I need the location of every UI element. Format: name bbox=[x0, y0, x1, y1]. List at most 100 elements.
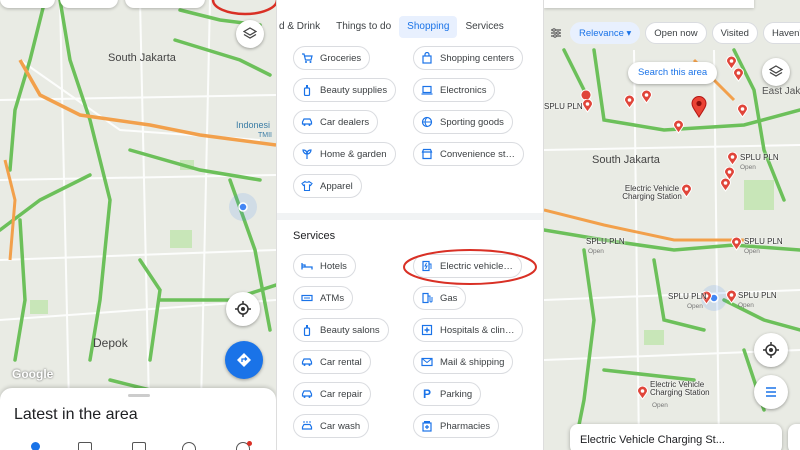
chip-convenience-stores[interactable]: Convenience st… bbox=[413, 142, 524, 166]
parking-icon: P bbox=[422, 387, 431, 401]
chip-label: Hotels bbox=[320, 260, 347, 272]
chip-label: Car rental bbox=[320, 356, 362, 368]
chip-mail-shipping[interactable]: Mail & shipping bbox=[413, 350, 514, 374]
map-label-south-jakarta: South Jakarta bbox=[108, 52, 176, 64]
left-map-panel[interactable]: South Jakarta Indonesi TMII Depok Google… bbox=[0, 0, 276, 450]
bottom-sheet[interactable]: Latest in the area bbox=[0, 388, 276, 450]
pin-status: Open bbox=[738, 302, 754, 309]
crosshair-icon bbox=[235, 301, 251, 317]
directions-button[interactable] bbox=[225, 341, 263, 379]
highlight-ellipse bbox=[403, 249, 537, 285]
chip-label: Mail & shipping bbox=[440, 356, 505, 368]
chip-car-repair[interactable]: Car repair bbox=[293, 382, 372, 406]
explore-nav-icon[interactable] bbox=[28, 442, 42, 450]
chip-parking[interactable]: P Parking bbox=[413, 382, 482, 406]
chip-fragment[interactable] bbox=[125, 0, 205, 8]
ev-pin-icon[interactable] bbox=[732, 67, 745, 87]
chip-label: Apparel bbox=[320, 180, 353, 192]
chip-sporting-goods[interactable]: Sporting goods bbox=[413, 110, 513, 134]
chip-groceries[interactable]: Groceries bbox=[293, 46, 371, 70]
layers-button[interactable] bbox=[236, 20, 264, 48]
selected-pin-icon[interactable] bbox=[691, 96, 707, 123]
car-icon bbox=[300, 115, 314, 129]
chip-hospitals[interactable]: Hospitals & clin… bbox=[413, 318, 524, 342]
plant-icon bbox=[300, 147, 314, 161]
my-location-button[interactable] bbox=[226, 292, 260, 326]
ev-pin-icon[interactable] bbox=[719, 177, 732, 197]
pin-status: Open bbox=[744, 248, 760, 255]
chip-label: Groceries bbox=[320, 52, 362, 64]
result-card-next[interactable] bbox=[788, 424, 800, 450]
chip-label: Gas bbox=[440, 292, 458, 304]
chip-apparel[interactable]: Apparel bbox=[293, 174, 362, 198]
pin-status: Open bbox=[652, 402, 668, 409]
chip-label: Car repair bbox=[320, 388, 363, 400]
you-nav-icon[interactable] bbox=[78, 442, 92, 450]
result-card[interactable]: Electric Vehicle Charging St... bbox=[570, 424, 782, 450]
chip-hotels[interactable]: Hotels bbox=[293, 254, 356, 278]
chip-beauty-supplies[interactable]: Beauty supplies bbox=[293, 78, 397, 102]
chip-shopping-centers[interactable]: Shopping centers bbox=[413, 46, 523, 70]
ev-pin-icon[interactable] bbox=[736, 103, 749, 123]
list-view-button[interactable] bbox=[754, 375, 788, 409]
category-tabs: d & Drink Things to do Shopping Services bbox=[277, 14, 543, 40]
chip-home-garden[interactable]: Home & garden bbox=[293, 142, 396, 166]
crosshair-icon bbox=[763, 342, 779, 358]
bed-icon bbox=[300, 259, 314, 273]
chip-car-wash[interactable]: Car wash bbox=[293, 414, 370, 438]
chip-fragment[interactable] bbox=[60, 0, 118, 8]
result-card-title: Electric Vehicle Charging St... bbox=[580, 434, 725, 446]
services-section-title: Services bbox=[293, 230, 336, 242]
chip-beauty-salons[interactable]: Beauty salons bbox=[293, 318, 389, 342]
sheet-handle[interactable] bbox=[128, 394, 150, 397]
chip-car-dealers[interactable]: Car dealers bbox=[293, 110, 379, 134]
saved-nav-icon[interactable] bbox=[132, 442, 146, 450]
tab-things-to-do[interactable]: Things to do bbox=[328, 16, 399, 38]
pin-label: SPLU PLN bbox=[668, 292, 707, 301]
pin-status: Open bbox=[740, 164, 756, 171]
ball-icon bbox=[420, 115, 434, 129]
my-location-button[interactable] bbox=[754, 333, 788, 367]
map-label-tmii: TMII bbox=[258, 132, 272, 139]
chip-atms[interactable]: ATMs bbox=[293, 286, 354, 310]
map-roads bbox=[0, 0, 276, 450]
chip-label: Parking bbox=[440, 388, 473, 400]
pin-label: SPLU PLN bbox=[586, 237, 625, 246]
chip-label: Convenience st… bbox=[440, 148, 515, 160]
ev-pin-icon[interactable] bbox=[581, 98, 594, 118]
shirt-icon bbox=[300, 179, 314, 193]
bottle-icon bbox=[300, 83, 314, 97]
tab-shopping[interactable]: Shopping bbox=[399, 16, 458, 38]
map-label-indonesia: Indonesi bbox=[236, 120, 271, 130]
car-rental-icon bbox=[300, 355, 314, 369]
pin-label: Electric Vehicle Charging Station bbox=[650, 380, 710, 398]
ev-pin-icon[interactable] bbox=[636, 385, 649, 405]
tab-services[interactable]: Services bbox=[457, 16, 511, 38]
chip-label: Electronics bbox=[440, 84, 487, 96]
chip-gas[interactable]: Gas bbox=[413, 286, 467, 310]
pin-label: SPLU PLN bbox=[544, 102, 583, 111]
results-map-panel[interactable]: Relevance ▾ Open now Visited Haven't Sea… bbox=[544, 0, 800, 450]
map-label-depok: Depok bbox=[93, 336, 128, 350]
chip-label: Beauty salons bbox=[320, 324, 380, 336]
ev-pin-icon[interactable] bbox=[623, 94, 636, 114]
chip-label: Hospitals & clin… bbox=[440, 324, 515, 336]
chip-electronics[interactable]: Electronics bbox=[413, 78, 496, 102]
sheet-title: Latest in the area bbox=[14, 406, 138, 423]
ev-pin-icon[interactable] bbox=[640, 89, 653, 109]
ev-pin-icon[interactable] bbox=[725, 289, 738, 309]
chip-pharmacies[interactable]: Pharmacies bbox=[413, 414, 500, 438]
chip-label: ATMs bbox=[320, 292, 345, 304]
ev-pin-icon[interactable] bbox=[730, 236, 743, 256]
contribute-nav-icon[interactable] bbox=[182, 442, 196, 450]
pin-label: SPLU PLN bbox=[740, 153, 779, 162]
chip-fragment[interactable] bbox=[0, 0, 55, 8]
tab-food-drink[interactable]: d & Drink bbox=[277, 16, 328, 38]
google-logo: Google bbox=[12, 367, 54, 381]
ev-pin-icon[interactable] bbox=[672, 119, 685, 139]
chip-car-rental[interactable]: Car rental bbox=[293, 350, 371, 374]
chip-label: Home & garden bbox=[320, 148, 387, 160]
bottle-icon bbox=[300, 323, 314, 337]
laptop-icon bbox=[420, 83, 434, 97]
updates-nav-icon[interactable] bbox=[236, 441, 252, 450]
